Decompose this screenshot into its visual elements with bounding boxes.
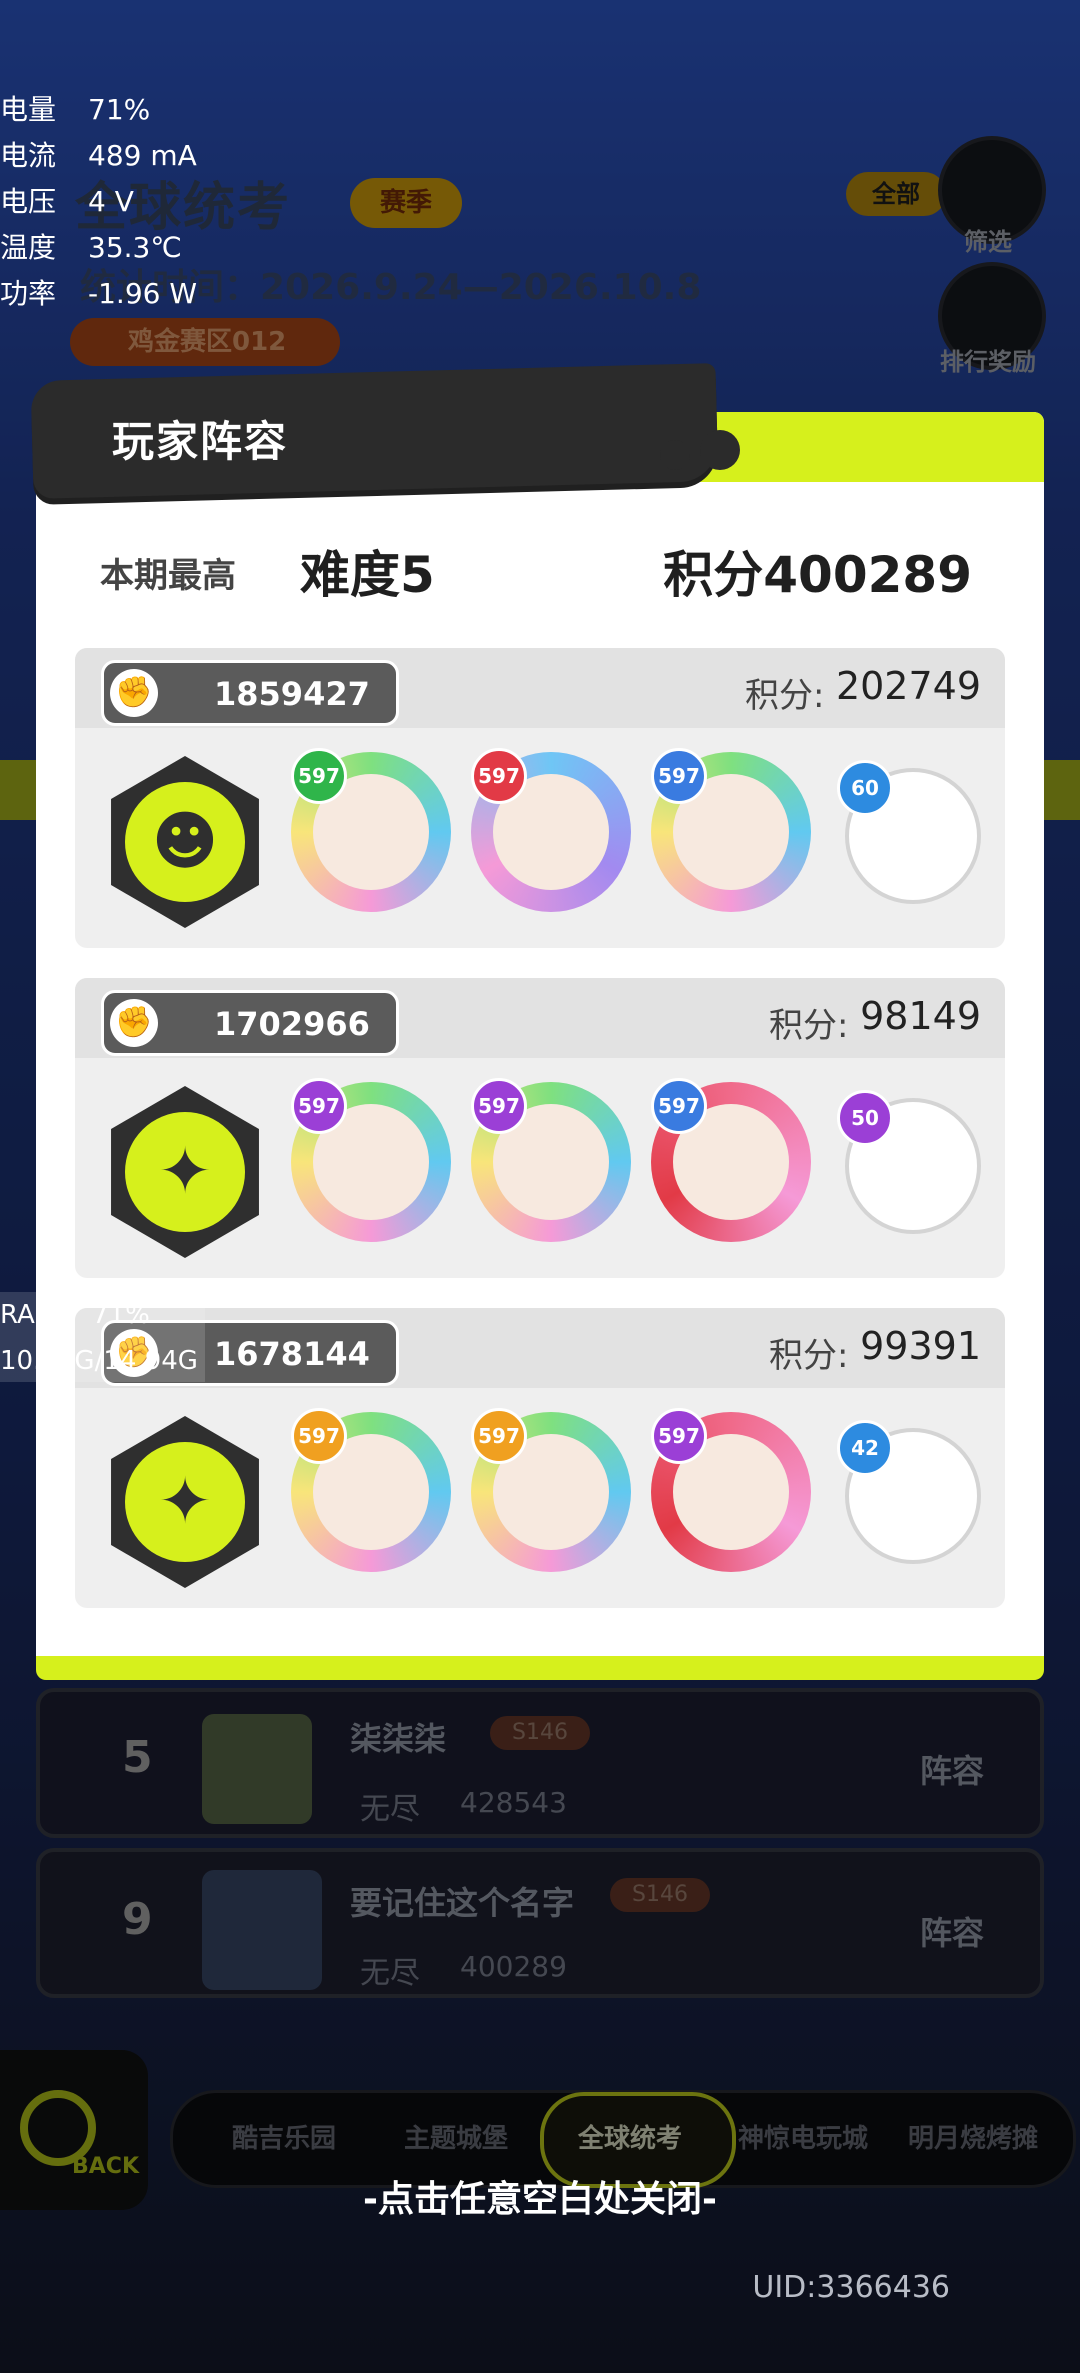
pet-level-badge: 42	[837, 1420, 893, 1476]
power-label: 功率	[0, 277, 57, 310]
hero-level-badge: 597	[651, 1408, 707, 1464]
battery-row: 电量 71%	[0, 88, 150, 128]
fist-icon: ✊	[110, 999, 158, 1047]
voltage-row: 电压 4 V	[0, 180, 134, 220]
hero-level-badge: 597	[291, 748, 347, 804]
temperature-value: 35.3℃	[88, 231, 182, 264]
team-score: 202749	[835, 664, 981, 708]
ram-label: RAM	[0, 1300, 58, 1330]
ram-row: RAM 71%	[0, 1300, 150, 1330]
battery-label: 电量	[0, 93, 57, 126]
emblem-icon: ✦	[125, 1112, 245, 1232]
user-uid: UID:3366436	[752, 2270, 950, 2305]
ram-percent: 71%	[92, 1300, 150, 1330]
fist-icon: ✊	[110, 669, 158, 717]
temperature-row: 温度 35.3℃	[0, 226, 182, 266]
hero-level-badge: 597	[651, 748, 707, 804]
header-decoration	[660, 440, 690, 470]
team-card: ✊ 1702966 积分: 98149 ✦ 597 597 597 50	[75, 978, 1005, 1278]
pet-level-badge: 60	[837, 760, 893, 816]
hero-level-badge: 597	[291, 1408, 347, 1464]
player-id: 1859427	[214, 675, 370, 713]
player-id: 1678144	[214, 1335, 370, 1373]
player-id-tag: ✊ 1859427	[101, 660, 399, 726]
power-value: -1.96 W	[88, 277, 198, 310]
hero-level-badge: 597	[471, 1408, 527, 1464]
team-card: ✊ 1859427 积分: 202749 ☻ 597 597 597 60	[75, 648, 1005, 948]
modal-title: 玩家阵容	[112, 417, 289, 466]
ram-usage: 10.69G/14.94G	[0, 1346, 198, 1376]
team-score: 99391	[860, 1324, 981, 1368]
temperature-label: 温度	[0, 231, 57, 264]
hero-level-badge: 597	[471, 748, 527, 804]
current-row: 电流 489 mA	[0, 134, 197, 174]
emblem-icon: ✦	[125, 1442, 245, 1562]
best-score: 积分400289	[663, 546, 972, 604]
voltage-label: 电压	[0, 185, 57, 218]
hero-level-badge: 597	[651, 1078, 707, 1134]
team-card: ✊ 1678144 积分: 99391 ✦ 597 597 597 42	[75, 1308, 1005, 1608]
player-id-tag: ✊ 1702966	[101, 990, 399, 1056]
hero-level-badge: 597	[471, 1078, 527, 1134]
close-hint: -点击任意空白处关闭-	[363, 2179, 717, 2220]
score-label: 积分:	[769, 1336, 849, 1376]
score-label: 积分:	[745, 676, 825, 716]
player-id: 1702966	[214, 1005, 370, 1043]
voltage-value: 4 V	[88, 185, 134, 218]
power-row: 功率 -1.96 W	[0, 272, 197, 312]
best-difficulty: 难度5	[300, 546, 435, 604]
score-label: 积分:	[769, 1006, 849, 1046]
current-label: 电流	[0, 139, 57, 172]
emblem-icon: ☻	[125, 782, 245, 902]
hero-level-badge: 597	[291, 1078, 347, 1134]
current-value: 489 mA	[88, 139, 197, 172]
header-decoration	[700, 430, 740, 470]
battery-value: 71%	[88, 93, 151, 126]
team-score: 98149	[860, 994, 981, 1038]
pet-level-badge: 50	[837, 1090, 893, 1146]
best-label: 本期最高	[100, 556, 236, 596]
